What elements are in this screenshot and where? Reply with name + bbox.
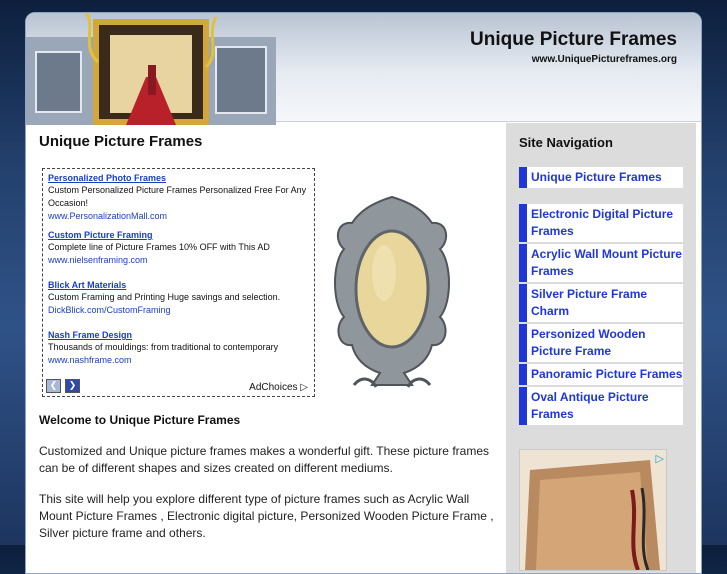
antique-mirror-image <box>334 195 450 388</box>
adchoices-icon: ▷ <box>300 382 308 393</box>
nav-item-panoramic[interactable]: Panoramic Picture Frames <box>519 364 683 385</box>
ad-url-link[interactable]: DickBlick.com/CustomFraming <box>48 304 309 316</box>
ad-url-link[interactable]: www.nielsenframing.com <box>48 254 309 266</box>
ad-description: Custom Personalized Picture Frames Perso… <box>48 185 307 208</box>
ad-item: Blick Art Materials Custom Framing and P… <box>43 280 314 316</box>
nav-links: Electronic Digital Picture Frames Acryli… <box>506 204 696 425</box>
intro-paragraph: Customized and Unique picture frames mak… <box>39 444 489 475</box>
page-container: Unique Picture Frames www.UniquePicturef… <box>25 12 702 574</box>
site-title: Unique Picture Frames <box>470 29 677 50</box>
nav-item-personized-wooden[interactable]: Personized Wooden Picture Frame <box>519 324 683 362</box>
ad-title-link[interactable]: Personalized Photo Frames <box>48 173 309 184</box>
nav-item-acrylic-wall-mount[interactable]: Acrylic Wall Mount Picture Frames <box>519 244 683 282</box>
nav-item-silver-charm[interactable]: Silver Picture Frame Charm <box>519 284 683 322</box>
ad-item: Custom Picture Framing Complete line of … <box>43 230 314 266</box>
site-url[interactable]: www.UniquePictureframes.org <box>532 54 677 65</box>
site-navigation: Unique Picture Frames <box>506 167 696 188</box>
ad-pager: ❮ ❯ <box>46 379 80 393</box>
site-header: Unique Picture Frames www.UniquePicturef… <box>26 13 701 125</box>
ad-info-icon[interactable]: ▷ <box>656 452 664 465</box>
ad-title-link[interactable]: Nash Frame Design <box>48 330 309 341</box>
ad-prev-icon[interactable]: ❮ <box>46 379 61 393</box>
ad-unit: Personalized Photo Frames Custom Persona… <box>42 168 315 397</box>
ad-item: Nash Frame Design Thousands of mouldings… <box>43 330 314 366</box>
ad-description: Custom Framing and Printing Huge savings… <box>48 292 281 302</box>
nav-item-electronic-digital[interactable]: Electronic Digital Picture Frames <box>519 204 683 242</box>
ad-url-link[interactable]: www.nashframe.com <box>48 354 309 366</box>
sidebar-title: Site Navigation <box>519 135 613 150</box>
ad-next-icon[interactable]: ❯ <box>65 379 80 393</box>
sidebar-ad-image <box>520 450 666 570</box>
page-title: Unique Picture Frames <box>39 133 203 150</box>
overview-paragraph: This site will help you explore differen… <box>39 492 494 540</box>
nav-item-home[interactable]: Unique Picture Frames <box>519 167 683 188</box>
ad-title-link[interactable]: Custom Picture Framing <box>48 230 309 241</box>
ad-description: Complete line of Picture Frames 10% OFF … <box>48 242 270 252</box>
ad-url-link[interactable]: www.PersonalizationMall.com <box>48 210 309 222</box>
welcome-heading: Welcome to Unique Picture Frames <box>39 413 241 427</box>
ad-description: Thousands of mouldings: from traditional… <box>48 342 279 352</box>
ad-title-link[interactable]: Blick Art Materials <box>48 280 309 291</box>
header-banner-image <box>26 13 276 125</box>
adchoices-label: AdChoices <box>249 382 298 393</box>
sidebar: Site Navigation Unique Picture Frames El… <box>506 123 696 573</box>
adchoices-link[interactable]: AdChoices ▷ <box>249 382 308 393</box>
nav-item-oval-antique[interactable]: Oval Antique Picture Frames <box>519 387 683 425</box>
main-content: Unique Picture Frames Personalized Photo… <box>38 133 494 540</box>
ad-item: Personalized Photo Frames Custom Persona… <box>43 173 314 222</box>
sidebar-ad-banner[interactable]: ▷ <box>519 449 667 571</box>
